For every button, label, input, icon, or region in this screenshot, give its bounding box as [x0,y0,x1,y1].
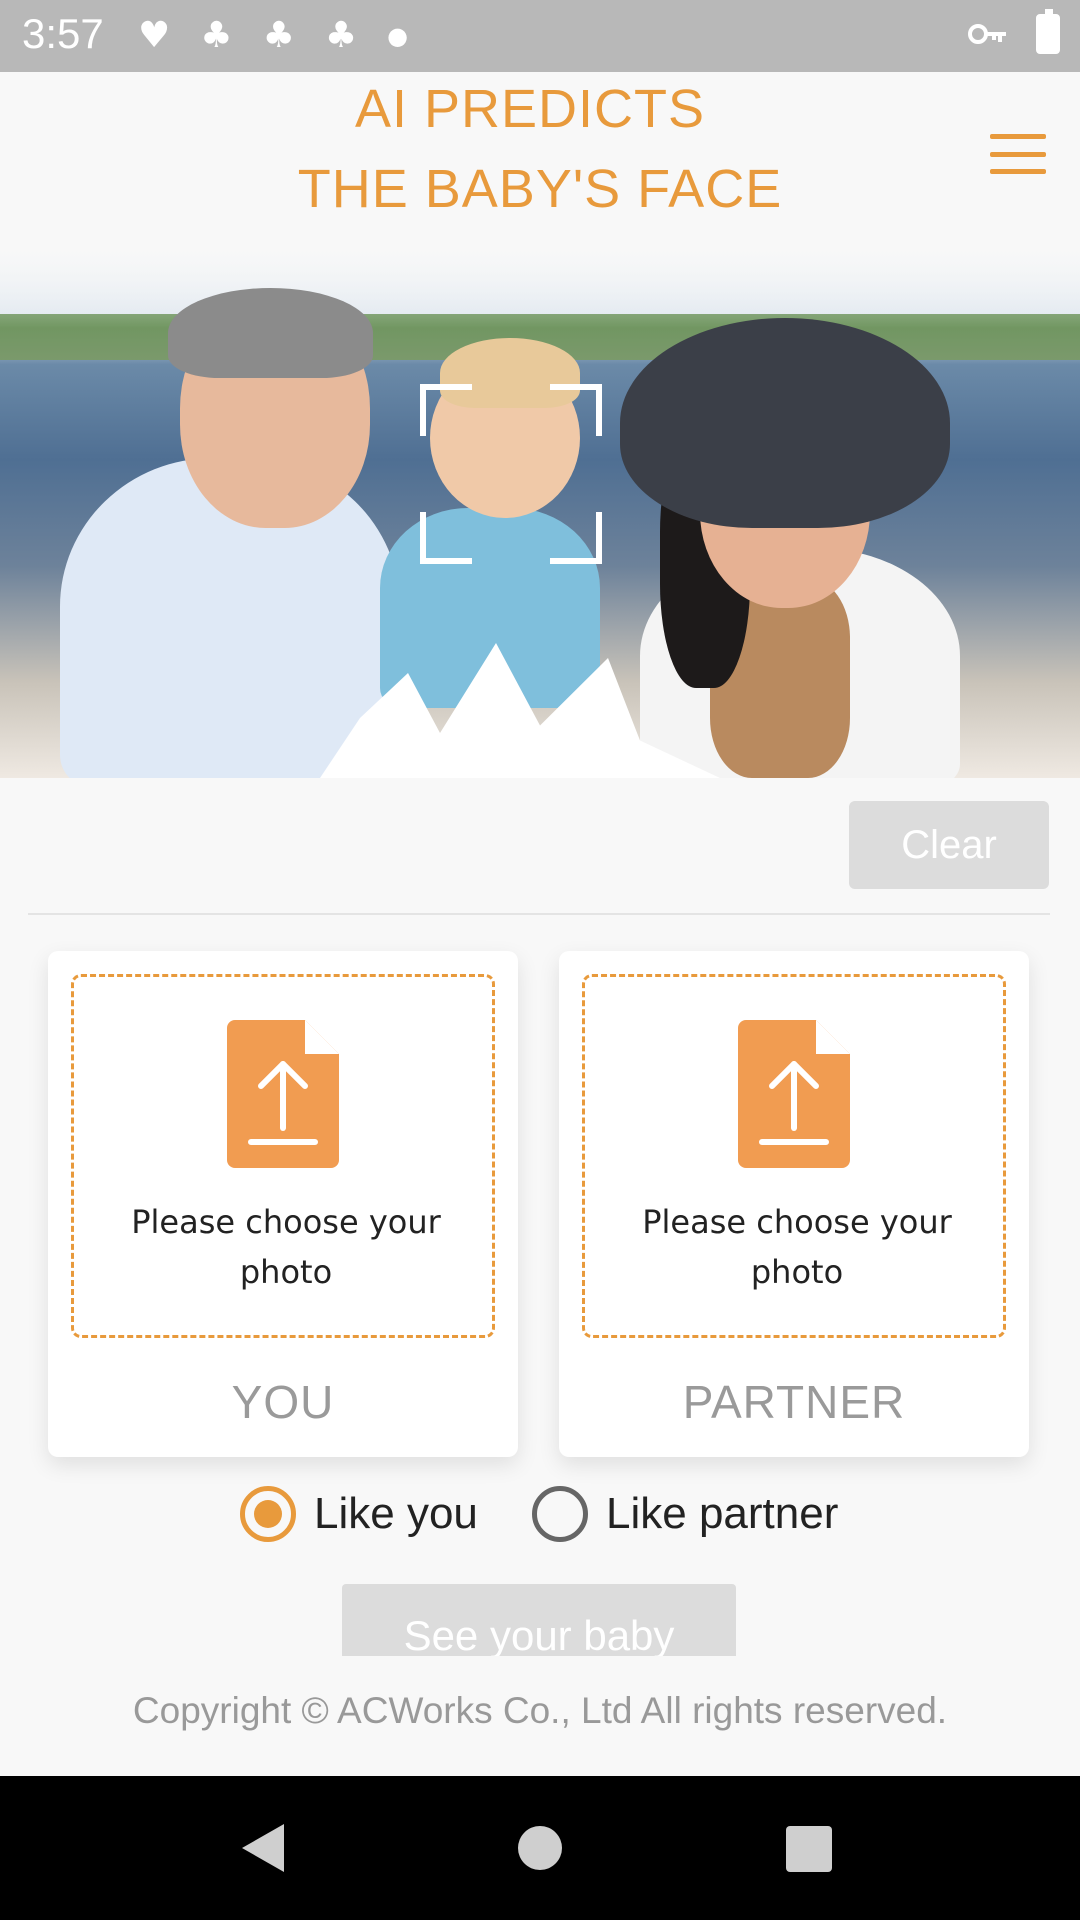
status-time: 3:57 [22,10,104,57]
palm-tree-icon: ♣ [200,15,233,56]
partner-photo-prompt: Please choose your photo [642,1203,952,1291]
like-you-radio[interactable]: Like you [240,1486,478,1542]
face-detect-frame-icon [420,384,602,564]
battery-charging-icon [1036,9,1060,54]
partner-photo-dropzone[interactable]: Please choose your photo [582,974,1006,1338]
hero-father-hair [168,288,373,378]
you-photo-card: Please choose your photo YOU [48,951,518,1457]
you-label: YOU [231,1376,335,1428]
app-header: AI PREDICTS THE BABY'S FACE [0,72,1080,248]
like-you-label: Like you [314,1489,478,1538]
partner-label: PARTNER [682,1376,906,1428]
hero-mother-hat [620,318,950,528]
hero-family-image [0,248,1080,778]
palm-tree-icon: ♣ [324,15,358,56]
you-photo-dropzone[interactable]: Please choose your photo [71,974,495,1338]
partner-photo-card: Please choose your photo PARTNER [559,951,1029,1457]
key-icon [968,24,1006,44]
page-title-line2: THE BABY'S FACE [297,159,783,219]
like-partner-label: Like partner [606,1489,839,1538]
radio-unchecked-icon [532,1486,588,1542]
copyright-text: Copyright © ACWorks Co., Ltd All rights … [132,1690,948,1731]
see-your-baby-label: See your baby [403,1612,675,1656]
status-icons-left: ♥ ♣ ♣ ♣ ● [138,14,408,58]
status-icons-right [968,9,1060,54]
page-title-line1: AI PREDICTS [354,79,706,139]
back-icon[interactable] [242,1824,284,1872]
file-upload-icon [738,1020,850,1168]
file-upload-icon [227,1020,339,1168]
heart-pulse-icon: ♥ [138,15,171,56]
system-nav-bar [0,1776,1080,1920]
radio-checked-icon [240,1486,296,1542]
hamburger-menu-icon[interactable] [990,134,1046,174]
like-partner-radio[interactable]: Like partner [532,1486,838,1542]
recent-apps-icon[interactable] [786,1826,832,1872]
see-your-baby-button[interactable]: See your baby [342,1584,736,1656]
hero-sky [0,248,1080,328]
clear-button[interactable]: Clear [849,801,1049,889]
dot-icon: ● [387,22,409,50]
palm-tree-icon: ♣ [262,15,295,56]
you-photo-prompt: Please choose your photo [131,1203,441,1291]
home-icon[interactable] [518,1826,562,1870]
likeness-radio-group: Like you Like partner [0,1486,1080,1546]
divider [28,913,1050,915]
status-bar: 3:57 ♥ ♣ ♣ ♣ ● [0,0,1080,72]
